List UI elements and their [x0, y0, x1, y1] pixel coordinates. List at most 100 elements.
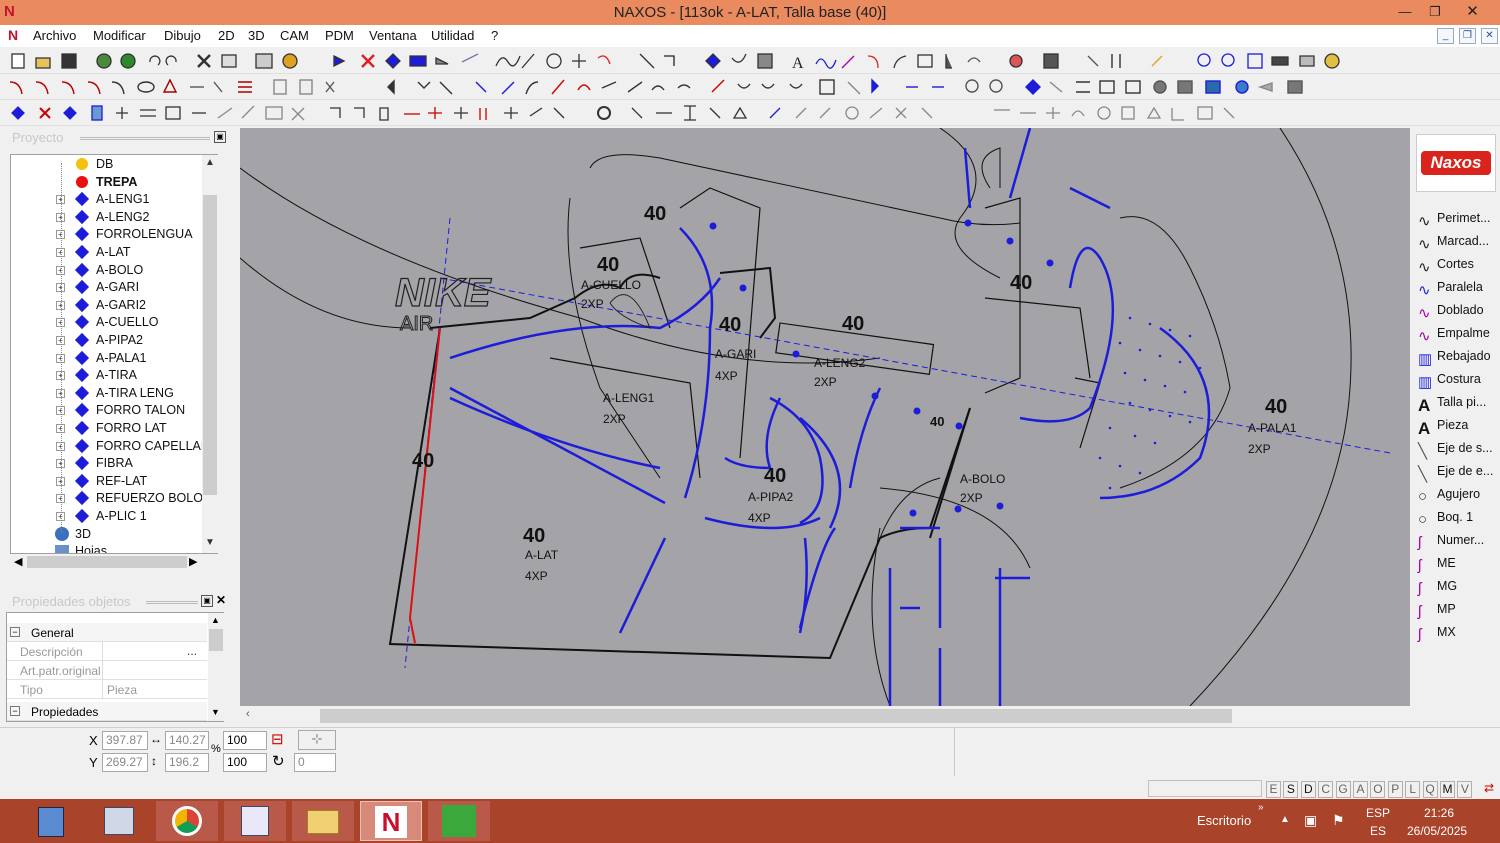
tool-agujero[interactable]: ○ Agujero	[1418, 487, 1480, 507]
status-toggle-p[interactable]: P	[1387, 781, 1403, 798]
menu-3d[interactable]: 3D	[248, 28, 265, 43]
tree-item[interactable]: + A-CUELLO	[11, 314, 211, 331]
tree-item[interactable]: + A-BOLO	[11, 262, 211, 279]
explorer-app-icon[interactable]	[88, 801, 150, 841]
status-toggle-o[interactable]: O	[1370, 781, 1386, 798]
tree-item[interactable]: + A-LENG1	[11, 191, 211, 208]
language-primary[interactable]: ESP	[1366, 806, 1390, 820]
tree-item[interactable]: + A-LAT	[11, 244, 211, 261]
tree-item[interactable]: TREPA	[11, 174, 211, 191]
tool-rebajado[interactable]: ▥ Rebajado	[1418, 349, 1491, 369]
tool-eje-de-e[interactable]: ╲ Eje de e...	[1418, 464, 1493, 484]
naxos-app-taskbar-icon[interactable]: N	[360, 801, 422, 841]
status-toggle-q[interactable]: Q	[1422, 781, 1438, 798]
close-button[interactable]: ✕	[1450, 0, 1495, 24]
scroll-up-icon[interactable]: ▲	[211, 615, 220, 625]
scale-y-field[interactable]: 100	[223, 753, 267, 772]
move-button[interactable]: ⊹	[298, 730, 336, 750]
mdi-close-button[interactable]: ✕	[1481, 28, 1498, 44]
tree-item[interactable]: + A-PALA1	[11, 350, 211, 367]
tool-marcad[interactable]: ∿ Marcad...	[1418, 234, 1489, 254]
prop-row-art-patr[interactable]: Art.patr.original	[7, 661, 207, 680]
tree-item[interactable]: + REF-LAT	[11, 473, 211, 490]
canvas-scroll-thumb[interactable]	[320, 709, 1232, 723]
network-icon[interactable]: ▣	[1304, 812, 1317, 829]
leaf-app-icon[interactable]	[428, 801, 490, 841]
tool-mg[interactable]: ʃ MG	[1418, 579, 1457, 599]
pin-icon[interactable]: ▣	[201, 595, 213, 607]
x-coordinate-field[interactable]: 397.87	[102, 731, 148, 750]
snap-icon[interactable]: ⇄	[1484, 781, 1498, 798]
menu-pdm[interactable]: PDM	[325, 28, 354, 43]
tree-item[interactable]: Hojas	[11, 543, 211, 553]
clock-time[interactable]: 21:26	[1424, 806, 1454, 820]
tool-mp[interactable]: ʃ MP	[1418, 602, 1456, 622]
menu-dibujo[interactable]: Dibujo	[164, 28, 201, 43]
status-toggle-d[interactable]: D	[1300, 781, 1316, 798]
menu-utilidad[interactable]: Utilidad	[431, 28, 474, 43]
tree-item[interactable]: + A-LENG2	[11, 209, 211, 226]
status-toggle-v[interactable]: V	[1457, 781, 1473, 798]
tree-horizontal-scrollbar[interactable]: ◀ ▶	[11, 554, 202, 570]
menu-help[interactable]: ?	[491, 28, 498, 43]
props-scroll-thumb[interactable]	[209, 629, 223, 651]
menu-modificar[interactable]: Modificar	[93, 28, 146, 43]
document-icon[interactable]: N	[8, 27, 18, 43]
tree-item[interactable]: + FIBRA	[11, 455, 211, 472]
group-general[interactable]: − General	[7, 623, 207, 642]
scroll-left-icon[interactable]: ◀	[14, 555, 22, 568]
toolbar-icons-1[interactable]: A	[0, 48, 1350, 74]
menu-cam[interactable]: CAM	[280, 28, 309, 43]
tree-item[interactable]: + A-TIRA LENG	[11, 385, 211, 402]
tree-item[interactable]: + A-PLIC 1	[11, 508, 211, 525]
toolbar-icons-2[interactable]	[0, 74, 1320, 100]
close-icon[interactable]: ✕	[216, 593, 226, 607]
prop-row-tipo[interactable]: Tipo Pieza	[7, 680, 207, 699]
minimize-button[interactable]: —	[1390, 0, 1420, 24]
tool-mx[interactable]: ʃ MX	[1418, 625, 1456, 645]
scroll-up-icon[interactable]: ▲	[205, 157, 215, 168]
tool-me[interactable]: ʃ ME	[1418, 556, 1456, 576]
cad-drawing[interactable]: NIKE AIR 40 40 A-CUELLO 2XP 40 A-GARI 4X…	[240, 128, 1410, 706]
tool-paralela[interactable]: ∿ Paralela	[1418, 280, 1483, 300]
restore-button[interactable]: ❐	[1420, 0, 1450, 24]
tree-hscroll-thumb[interactable]	[27, 556, 187, 568]
status-toggle-c[interactable]: C	[1318, 781, 1334, 798]
tool-eje-de-s[interactable]: ╲ Eje de s...	[1418, 441, 1493, 461]
tree-item[interactable]: + A-PIPA2	[11, 332, 211, 349]
desktop-label[interactable]: Escritorio	[1197, 813, 1251, 828]
menu-ventana[interactable]: Ventana	[369, 28, 417, 43]
tool-cortes[interactable]: ∿ Cortes	[1418, 257, 1474, 277]
status-toggle-a[interactable]: A	[1353, 781, 1368, 798]
tool-doblado[interactable]: ∿ Doblado	[1418, 303, 1484, 323]
menu-archivo[interactable]: Archivo	[33, 28, 76, 43]
tool-empalme[interactable]: ∿ Empalme	[1418, 326, 1490, 346]
canvas-horizontal-scrollbar[interactable]: ‹	[240, 706, 1410, 726]
chevron-icon[interactable]: »	[1258, 802, 1264, 813]
mdi-restore-button[interactable]: ❐	[1459, 28, 1476, 44]
scroll-left-icon[interactable]: ‹	[246, 708, 250, 720]
scroll-right-icon[interactable]: ▶	[189, 555, 197, 568]
tool-boq-1[interactable]: ○ Boq. 1	[1418, 510, 1473, 530]
scale-x-field[interactable]: 100	[223, 731, 267, 750]
tree-item[interactable]: 3D	[11, 526, 211, 543]
chrome-app-icon[interactable]	[156, 801, 218, 841]
tree-item[interactable]: + REFUERZO BOLO	[11, 490, 211, 507]
tool-talla-pi[interactable]: A Talla pi...	[1418, 395, 1486, 415]
width-field[interactable]: 140.27	[165, 731, 209, 750]
menu-2d[interactable]: 2D	[218, 28, 235, 43]
tree-scroll-thumb[interactable]	[203, 195, 217, 495]
status-toggle-s[interactable]: S	[1283, 781, 1299, 798]
flag-icon[interactable]: ⚑	[1332, 812, 1345, 829]
scroll-down-icon[interactable]: ▼	[211, 707, 220, 717]
group-propiedades[interactable]: − Propiedades	[7, 702, 207, 721]
language-secondary[interactable]: ES	[1370, 824, 1386, 838]
project-tree[interactable]: DB TREPA + A-LENG1 + A-LENG2 + FORROLENGUA + A-LA…	[10, 154, 218, 554]
tree-item[interactable]: DB	[11, 156, 211, 173]
tool-perimet[interactable]: ∿ Perimet...	[1418, 211, 1491, 231]
toolbar-icons-3[interactable]	[0, 100, 1250, 126]
tree-item[interactable]: + FORRO CAPELLAD.	[11, 438, 213, 455]
status-toggle-l[interactable]: L	[1405, 781, 1421, 798]
status-toggle-g[interactable]: G	[1335, 781, 1351, 798]
pin-icon[interactable]: ▣	[214, 131, 226, 143]
